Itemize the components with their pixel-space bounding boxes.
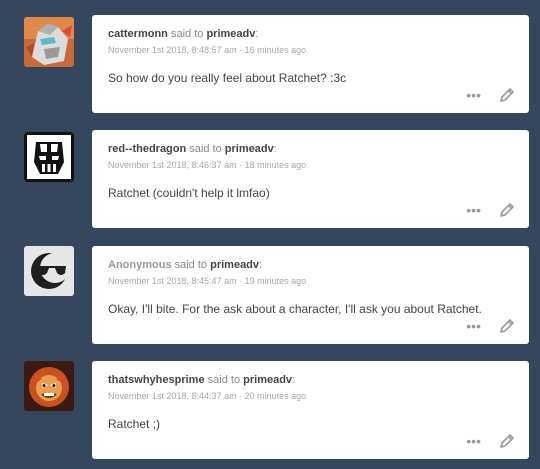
sender-username: Anonymous: [108, 259, 172, 271]
more-options-icon[interactable]: •••: [466, 434, 481, 448]
avatar[interactable]: [24, 246, 74, 296]
said-to-text: said to: [207, 374, 241, 386]
recipient-link[interactable]: primeadv: [243, 374, 292, 386]
message-text: Ratchet ;): [108, 417, 161, 431]
message-actions: •••: [466, 87, 515, 103]
message-header: thatswhyhesprime said to primeadv:: [108, 374, 295, 386]
pencil-icon[interactable]: [499, 318, 515, 334]
recipient-link[interactable]: primeadv: [210, 259, 259, 271]
sender-username-link[interactable]: cattermonn: [108, 28, 168, 40]
message-card: thatswhyhesprime said to primeadv: Novem…: [92, 361, 529, 459]
pencil-icon[interactable]: [499, 87, 515, 103]
message-card: Anonymous said to primeadv: November 1st…: [92, 246, 529, 344]
message-actions: •••: [466, 318, 515, 334]
timestamp: November 1st 2018, 8:45:47 am · 19 minut…: [108, 276, 307, 286]
sender-username-link[interactable]: red--thedragon: [108, 143, 186, 155]
timestamp: November 1st 2018, 8:48:57 am · 16 minut…: [108, 45, 307, 55]
message-actions: •••: [466, 202, 515, 218]
message-text: Okay, I'll bite. For the ask about a cha…: [108, 302, 482, 316]
colon: :: [259, 259, 263, 271]
pencil-icon[interactable]: [499, 433, 515, 449]
said-to-text: said to: [170, 28, 204, 40]
message-card: red--thedragon said to primeadv: Novembe…: [92, 130, 529, 228]
said-to-text: said to: [174, 259, 208, 271]
avatar[interactable]: [24, 132, 74, 182]
more-options-icon[interactable]: •••: [466, 203, 481, 217]
robot-avatar-icon: [24, 17, 74, 67]
colon: :: [255, 28, 259, 40]
colon: :: [292, 374, 296, 386]
message-header: cattermonn said to primeadv:: [108, 28, 258, 40]
message-header: red--thedragon said to primeadv:: [108, 143, 277, 155]
sender-username-link[interactable]: thatswhyhesprime: [108, 374, 205, 386]
more-options-icon[interactable]: •••: [466, 88, 481, 102]
recipient-link[interactable]: primeadv: [225, 143, 274, 155]
avatar[interactable]: [24, 361, 74, 411]
timestamp: November 1st 2018, 8:46:37 am · 18 minut…: [108, 160, 307, 170]
recipient-link[interactable]: primeadv: [206, 28, 255, 40]
lion-avatar-icon: [24, 361, 74, 411]
more-options-icon[interactable]: •••: [466, 319, 481, 333]
decepticon-avatar-icon: [24, 132, 74, 182]
colon: :: [273, 143, 277, 155]
said-to-text: said to: [189, 143, 222, 155]
message-text: So how do you really feel about Ratchet?…: [108, 71, 347, 85]
anonymous-sunglasses-avatar-icon: [24, 246, 74, 296]
message-actions: •••: [466, 433, 515, 449]
pencil-icon[interactable]: [499, 202, 515, 218]
timestamp: November 1st 2018, 8:44:37 am · 20 minut…: [108, 391, 307, 401]
message-card: cattermonn said to primeadv: November 1s…: [92, 15, 529, 113]
avatar[interactable]: [24, 17, 74, 67]
message-header: Anonymous said to primeadv:: [108, 259, 262, 271]
message-text: Ratchet (couldn't help it lmfao): [108, 186, 270, 200]
